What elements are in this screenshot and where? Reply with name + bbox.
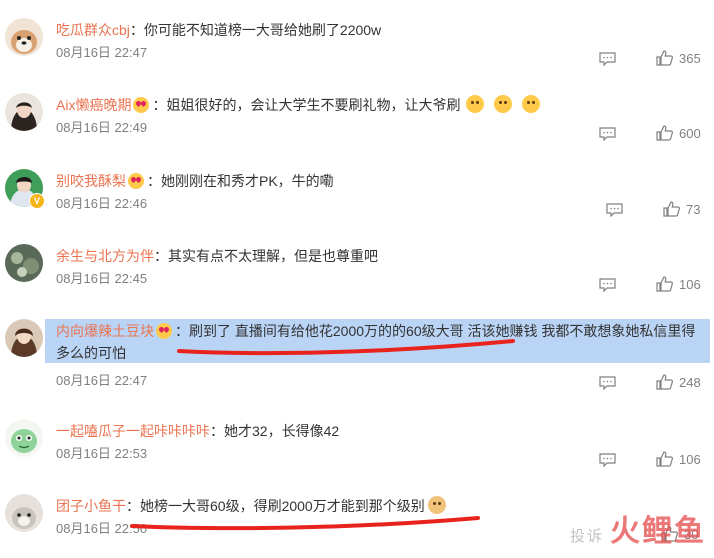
comment-text: 她榜一大哥60级，得刷2000万才能到那个级别 <box>140 498 425 514</box>
comment-item: 余生与北方为伴：其实有点不太理解，但是也尊重吧 08月16日 22:45 106 <box>0 244 714 319</box>
like-button[interactable]: 106 <box>656 276 701 294</box>
like-button[interactable]: 106 <box>656 451 701 469</box>
comment-text: 其实有点不太理解，但是也尊重吧 <box>168 248 378 264</box>
username-link[interactable]: 余生与北方为伴 <box>56 248 154 264</box>
thumbs-up-icon <box>663 201 680 217</box>
separator: ： <box>129 22 144 38</box>
like-button[interactable]: 248 <box>656 374 701 392</box>
comment-item: V 别咬我酥梨 ：她刚刚在和秀才PK，牛的嘞 08月16日 22:46 73 <box>0 169 714 244</box>
comment-text: 她才32，长得像42 <box>224 423 340 439</box>
comment-line-continued: 多么的可怕 <box>56 341 126 365</box>
timestamp: 08月16日 22:45 <box>56 271 148 286</box>
comment-item: 吃瓜群众cbj：你可能不知道榜一大哥给她刷了2200w 08月16日 22:47… <box>0 18 714 93</box>
comment-line: Aix懒癌晚期 ：姐姐很好的，会让大学生不要刷礼物，让大爷刷 <box>56 93 542 117</box>
username-link[interactable]: 吃瓜群众cbj <box>56 22 130 38</box>
separator: ： <box>175 323 189 339</box>
emoji-icon <box>466 95 485 113</box>
like-count: 365 <box>679 51 701 66</box>
thumbs-up-icon <box>656 451 673 467</box>
reply-icon[interactable] <box>599 278 616 292</box>
avatar[interactable] <box>5 494 43 532</box>
avatar[interactable] <box>5 419 43 457</box>
comment-item: 一起嗑瓜子一起咔咔咔咔：她才32，长得像42 08月16日 22:53 106 <box>0 419 714 494</box>
comment-line: 余生与北方为伴：其实有点不太理解，但是也尊重吧 <box>56 244 378 268</box>
fan-badge-icon <box>133 97 150 113</box>
timestamp: 08月16日 22:49 <box>56 120 148 135</box>
username-link[interactable]: 别咬我酥梨 <box>56 173 126 189</box>
avatar[interactable] <box>5 18 43 56</box>
thumbs-up-icon <box>656 276 673 292</box>
separator: ： <box>152 97 167 113</box>
comment-list: 吃瓜群众cbj：你可能不知道榜一大哥给她刷了2200w 08月16日 22:47… <box>0 0 714 558</box>
reply-icon[interactable] <box>599 453 616 467</box>
avatar[interactable] <box>5 93 43 131</box>
separator: ： <box>210 423 224 439</box>
comment-item: Aix懒癌晚期 ：姐姐很好的，会让大学生不要刷礼物，让大爷刷 08月16日 22:… <box>0 93 714 168</box>
like-count: 248 <box>679 375 701 390</box>
watermark-brand: 火鲤鱼 <box>610 515 706 548</box>
comment-text: 你可能不知道榜一大哥给她刷了2200w <box>143 22 382 38</box>
username-link[interactable]: 团子小鱼干 <box>56 498 126 514</box>
reply-icon[interactable] <box>599 52 616 66</box>
report-link[interactable]: 投诉 <box>570 528 604 545</box>
timestamp: 08月16日 22:47 <box>56 373 148 388</box>
comment-text: 刷到了 直播间有给他花2000万的的60级大哥 活该她赚钱 我都不敢想象她私信里… <box>189 323 696 339</box>
comment-text-continued: 多么的可怕 <box>56 345 126 361</box>
comment-line: 吃瓜群众cbj：你可能不知道榜一大哥给她刷了2200w <box>56 18 381 42</box>
username-link[interactable]: 内向爆辣土豆块 <box>56 323 154 339</box>
comment-line: 别咬我酥梨 ：她刚刚在和秀才PK，牛的嘞 <box>56 169 334 193</box>
comment-text: 她刚刚在和秀才PK，牛的嘞 <box>161 173 334 189</box>
avatar[interactable] <box>5 244 43 282</box>
fan-badge-icon <box>156 323 172 339</box>
verified-badge-icon: V <box>29 193 45 209</box>
emoji-icon <box>522 95 541 113</box>
like-button[interactable]: 73 <box>663 201 700 219</box>
fan-badge-icon <box>128 173 144 189</box>
username-link[interactable]: Aix懒癌晚期 <box>56 97 131 113</box>
separator: ： <box>126 498 140 514</box>
comment-line: 内向爆辣土豆块 ：刷到了 直播间有给他花2000万的的60级大哥 活该她赚钱 我都… <box>56 319 695 343</box>
like-button[interactable]: 365 <box>656 50 701 68</box>
timestamp: 08月16日 22:47 <box>56 45 148 60</box>
avatar[interactable] <box>5 319 43 357</box>
avatar[interactable]: V <box>5 169 45 209</box>
username-link[interactable]: 一起嗑瓜子一起咔咔咔咔 <box>56 423 210 439</box>
doge-emoji-icon <box>427 496 446 514</box>
like-button[interactable]: 600 <box>656 125 701 143</box>
like-count: 106 <box>679 452 701 467</box>
timestamp: 08月16日 22:50 <box>56 521 148 536</box>
like-count: 600 <box>679 126 701 141</box>
reply-icon[interactable] <box>599 376 616 390</box>
separator: ： <box>147 173 161 189</box>
comment-line: 团子小鱼干：她榜一大哥60级，得刷2000万才能到那个级别 <box>56 494 448 518</box>
like-count: 73 <box>686 202 701 217</box>
like-count: 106 <box>679 277 701 292</box>
separator: ： <box>154 248 168 264</box>
thumbs-up-icon <box>656 50 673 66</box>
reply-icon[interactable] <box>606 203 623 217</box>
comment-line: 一起嗑瓜子一起咔咔咔咔：她才32，长得像42 <box>56 419 339 443</box>
thumbs-up-icon <box>656 125 673 141</box>
thumbs-up-icon <box>656 374 673 390</box>
timestamp: 08月16日 22:53 <box>56 446 148 461</box>
watermark-logo: 投诉 火鲤鱼 <box>570 506 706 550</box>
emoji-icon <box>494 95 513 113</box>
comment-item: 内向爆辣土豆块 ：刷到了 直播间有给他花2000万的的60级大哥 活该她赚钱 我都… <box>0 319 714 399</box>
timestamp: 08月16日 22:46 <box>56 196 148 211</box>
reply-icon[interactable] <box>599 127 616 141</box>
comment-text: 姐姐很好的，会让大学生不要刷礼物，让大爷刷 <box>166 97 461 113</box>
